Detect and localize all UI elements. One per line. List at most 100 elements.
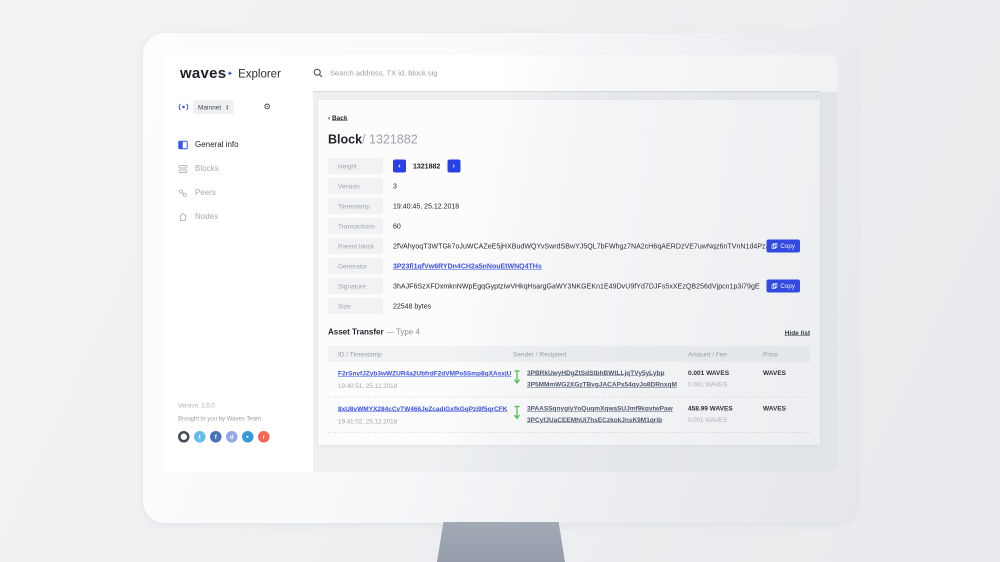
monitor-stand	[437, 522, 565, 562]
detail-label: Parent block	[328, 238, 383, 254]
sender-address-link[interactable]: 3PBRkUwyHDgZtSdStbhBWtLLjqTVy5yLybp	[527, 369, 677, 377]
height-value: 1321882	[413, 162, 440, 170]
reddit-icon[interactable]: r	[258, 431, 270, 443]
sidebar-item-label: Nodes	[195, 213, 218, 222]
general-info-icon	[178, 140, 188, 150]
detail-label: Generator	[328, 258, 383, 274]
sidebar-nav: General info Blocks Peers	[178, 133, 313, 229]
detail-row-transactions: Transactions 60	[328, 218, 810, 234]
col-price: Price	[763, 350, 810, 358]
monitor-frame: waves ✦ Explorer	[143, 33, 857, 523]
telegram-icon[interactable]: ▸	[242, 431, 254, 443]
detail-row-height: Height ‹ 1321882 ›	[328, 158, 810, 174]
transactions-value: 60	[393, 222, 401, 230]
back-link[interactable]: ‹ Back	[328, 114, 810, 122]
version-value: 3	[393, 182, 397, 190]
detail-label: Signature	[328, 278, 383, 294]
detail-row-generator: Generator 3P23fi1qfVw6RYDn4CH2a5nNouEtWN…	[328, 258, 810, 274]
parent-block-value: 2fVAhyoqT3WTGk7oJuWCAZeE5jHXBudWQYvSwrdS…	[393, 242, 774, 250]
size-value: 22548 bytes	[393, 302, 431, 310]
copy-parent-block-button[interactable]: Copy	[766, 240, 800, 253]
discord-icon[interactable]: d	[226, 431, 238, 443]
tx-amount: 458.99 WAVES	[688, 405, 763, 413]
block-number: / 1321882	[362, 133, 418, 147]
search-bar	[313, 55, 820, 92]
section-title: Asset Transfer — Type 4	[328, 328, 420, 337]
sidebar-item-general-info[interactable]: General info	[178, 133, 313, 157]
social-links: t f d ▸ r	[178, 431, 270, 443]
logo-wordmark: waves	[180, 65, 226, 82]
detail-row-version: Version 3	[328, 178, 810, 194]
logo: waves ✦ Explorer	[163, 55, 313, 92]
peers-icon	[178, 188, 188, 198]
tx-price: WAVES	[763, 369, 810, 390]
tx-id-link[interactable]: F2rSnyfJZyb3wWZUR4a2UbfrdF2dVMPo5Smp8qXA…	[338, 370, 511, 378]
main-area: ‹ Back Block/ 1321882 Height ‹ 1321882 ›	[313, 92, 837, 472]
generator-address-link[interactable]: 3P23fi1qfVw6RYDn4CH2a5nNouEtWNQ4THs	[393, 262, 542, 270]
search-input[interactable]	[330, 69, 820, 78]
detail-row-parent-block: Parent block 2fVAhyoqT3WTGk7oJuWCAZeE5jH…	[328, 238, 810, 254]
network-icon	[178, 103, 189, 111]
col-id-timestamp: ID / Timestamp	[338, 350, 513, 358]
waves-explorer-app: waves ✦ Explorer	[163, 55, 837, 472]
app-name: Explorer	[238, 67, 281, 81]
block-details: Height ‹ 1321882 › Version 3	[328, 158, 810, 314]
block-title: Block	[328, 133, 362, 147]
app-header: waves ✦ Explorer	[163, 55, 837, 92]
credit-text: Brought to you by Waves Team	[178, 415, 270, 422]
sidebar-item-blocks[interactable]: Blocks	[178, 157, 313, 181]
gear-icon[interactable]: ⚙	[263, 102, 271, 112]
recipient-address-link[interactable]: 3PCyfJUaCEEMhUi7hsECzkokJnsK9M1qrib	[527, 416, 673, 424]
prev-block-button[interactable]: ‹	[393, 160, 406, 173]
transfer-arrow-icon	[513, 405, 521, 426]
tx-timestamp: 19:40:51, 25.12.2018	[338, 383, 513, 390]
detail-label: Size	[328, 298, 383, 314]
sidebar: Mainnet ▴▾ ⚙ General info	[163, 92, 313, 472]
detail-row-signature: Signature 3hAJF6SzXFDxmknNWpEgqGyptziwVH…	[328, 278, 810, 294]
screen: waves ✦ Explorer	[163, 55, 837, 472]
detail-row-timestamp: Timestamp 19:40:45, 25.12.2018	[328, 198, 810, 214]
detail-label: Height	[328, 158, 383, 174]
app-version: Version: 2.0.0	[178, 402, 270, 409]
tx-fee: 0.001 WAVES	[688, 417, 763, 424]
select-caret-icon: ▴▾	[226, 104, 228, 110]
block-card: ‹ Back Block/ 1321882 Height ‹ 1321882 ›	[318, 100, 820, 445]
col-amount-fee: Amount / Fee	[688, 350, 763, 358]
sidebar-item-nodes[interactable]: Nodes	[178, 205, 313, 229]
nodes-icon	[178, 212, 188, 222]
hide-list-link[interactable]: Hide list	[785, 329, 810, 337]
sidebar-item-label: Blocks	[195, 165, 219, 174]
facebook-icon[interactable]: f	[210, 431, 222, 443]
network-select-value: Mainnet	[198, 103, 221, 111]
detail-label: Transactions	[328, 218, 383, 234]
tx-price: WAVES	[763, 405, 810, 426]
tx-fee: 0.001 WAVES	[688, 381, 763, 388]
waves-star-icon: ✦	[227, 69, 233, 78]
sidebar-item-label: General info	[195, 141, 239, 150]
transfer-row: 8xU8vWMYX284cCvTW466JeZcadiGxfkGqPzi9f5q…	[328, 398, 810, 434]
tx-id-link[interactable]: 8xU8vWMYX284cCvTW466JeZcadiGxfkGqPzi9f5q…	[338, 405, 507, 413]
sender-address-link[interactable]: 3PAASSqnygiyYoQuqmXqwaSUJmf9kqvtwPaw	[527, 405, 673, 413]
detail-row-size: Size 22548 bytes	[328, 298, 810, 314]
twitter-icon[interactable]: t	[194, 431, 206, 443]
tx-timestamp: 19:41:02, 25.12.2018	[338, 418, 513, 425]
page-title: Block/ 1321882	[328, 133, 810, 148]
next-block-button[interactable]: ›	[447, 160, 460, 173]
transfer-arrow-icon	[513, 369, 521, 390]
sidebar-item-label: Peers	[195, 189, 216, 198]
transfer-row: F2rSnyfJZyb3wWZUR4a2UbfrdF2dVMPo5Smp8qXA…	[328, 362, 810, 398]
tx-amount: 0.001 WAVES	[688, 369, 763, 377]
github-icon[interactable]	[178, 431, 190, 443]
transfers-table-header: ID / Timestamp Sender / Recipient Amount…	[328, 346, 810, 362]
blocks-icon	[178, 164, 188, 174]
timestamp-value: 19:40:45, 25.12.2018	[393, 202, 459, 210]
copy-signature-button[interactable]: Copy	[766, 280, 800, 293]
sidebar-item-peers[interactable]: Peers	[178, 181, 313, 205]
detail-label: Version	[328, 178, 383, 194]
network-select[interactable]: Mainnet ▴▾	[193, 100, 233, 114]
detail-label: Timestamp	[328, 198, 383, 214]
recipient-address-link[interactable]: 3P5MMmWG2XGzTBvgJACAPx54qyJo8DRnxqM	[527, 381, 677, 389]
sidebar-footer: Version: 2.0.0 Brought to you by Waves T…	[178, 402, 270, 443]
search-icon	[313, 68, 323, 78]
col-sender-recipient: Sender / Recipient	[513, 350, 688, 358]
